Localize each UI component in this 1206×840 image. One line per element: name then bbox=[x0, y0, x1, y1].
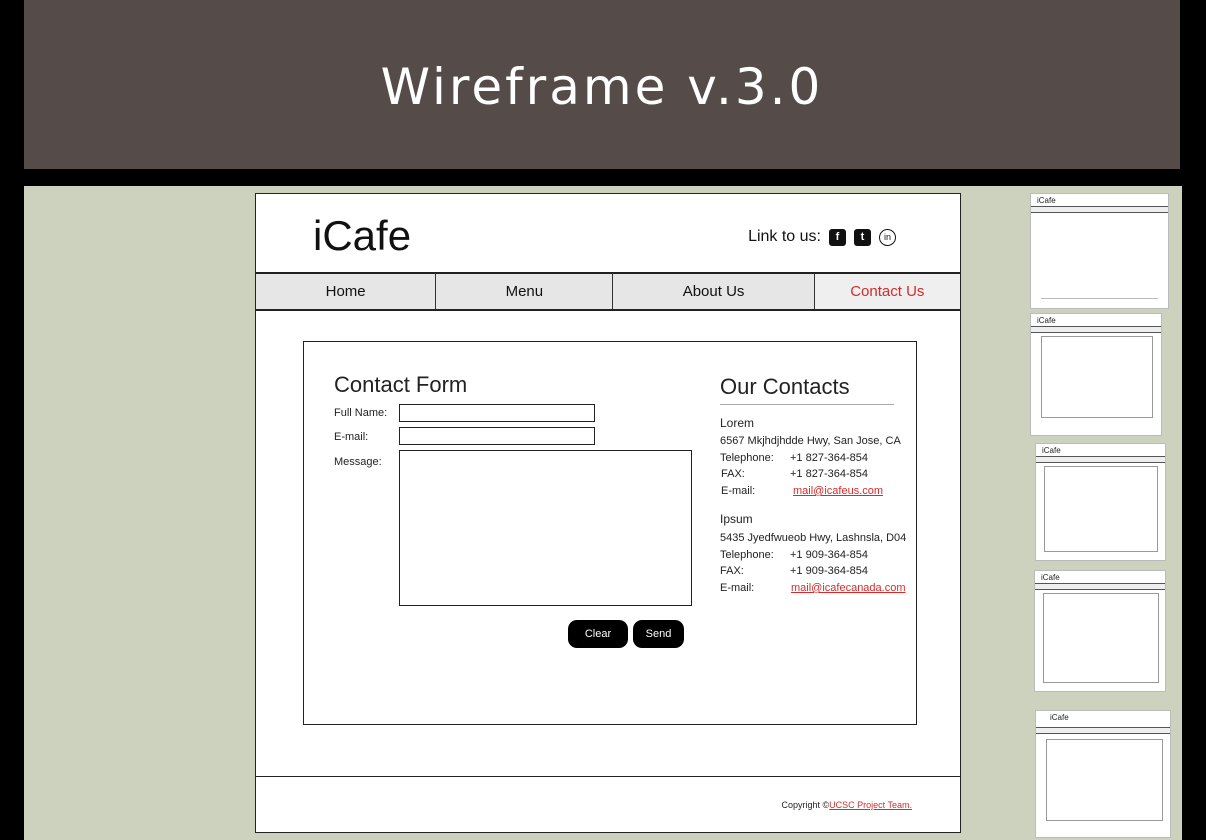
thumbnail-logo: iCafe bbox=[1050, 713, 1069, 722]
thumbnail-contact[interactable]: iCafe bbox=[1035, 710, 1171, 838]
nav-menu[interactable]: Menu bbox=[436, 274, 614, 309]
thumbnail-logo: iCafe bbox=[1037, 316, 1056, 325]
twitter-icon[interactable]: t bbox=[854, 228, 871, 246]
office-address: 6567 Mkjhdjhdde Hwy, San Jose, CA bbox=[720, 435, 901, 447]
social-links: Link to us: f t in bbox=[748, 228, 896, 246]
clear-button[interactable]: Clear bbox=[568, 620, 628, 648]
fax-label: FAX: bbox=[721, 468, 745, 480]
full-name-label: Full Name: bbox=[334, 407, 388, 419]
contact-form-title: Contact Form bbox=[334, 372, 468, 397]
telephone-label: Telephone: bbox=[720, 452, 774, 464]
full-name-input[interactable] bbox=[399, 404, 595, 422]
thumbnail-content-box bbox=[1041, 336, 1153, 418]
thumbnail-footer-line bbox=[1041, 298, 1158, 299]
linkedin-icon[interactable]: in bbox=[879, 228, 896, 246]
facebook-icon[interactable]: f bbox=[829, 228, 846, 246]
slide-title-banner: Wireframe v.3.0 bbox=[24, 0, 1180, 169]
nav-contact-us[interactable]: Contact Us bbox=[814, 274, 960, 309]
email-link[interactable]: mail@icafeus.com bbox=[793, 485, 883, 497]
nav-about-us[interactable]: About Us bbox=[613, 274, 815, 309]
email-contact-label: E-mail: bbox=[721, 485, 756, 497]
fax-label: FAX: bbox=[720, 565, 744, 577]
thumbnail-content-box bbox=[1043, 593, 1159, 683]
office-name: Lorem bbox=[720, 416, 755, 430]
thumbnail-nav bbox=[1031, 326, 1161, 333]
site-footer: Copyright ©UCSC Project Team. bbox=[256, 776, 960, 833]
message-label: Message: bbox=[334, 456, 382, 468]
thumbnail-content-box bbox=[1044, 466, 1158, 552]
message-textarea[interactable] bbox=[399, 450, 692, 606]
thumbnail-logo: iCafe bbox=[1037, 196, 1056, 205]
copyright-link[interactable]: UCSC Project Team. bbox=[829, 800, 912, 810]
telephone-label: Telephone: bbox=[720, 549, 774, 561]
copyright-text: Copyright © bbox=[781, 800, 830, 810]
thumbnail-nav bbox=[1036, 456, 1165, 463]
main-nav: Home Menu About Us Contact Us bbox=[256, 272, 960, 311]
email-contact-label: E-mail: bbox=[720, 582, 755, 594]
thumbnail-content-box bbox=[1046, 739, 1163, 821]
fax-value: +1 909-364-854 bbox=[790, 565, 868, 577]
site-logo[interactable]: iCafe bbox=[313, 212, 411, 260]
thumbnail-news[interactable]: iCafe bbox=[1034, 570, 1166, 692]
slide-title: Wireframe v.3.0 bbox=[380, 58, 824, 116]
contacts-divider bbox=[720, 404, 894, 405]
send-button[interactable]: Send bbox=[633, 620, 684, 648]
email-link[interactable]: mail@icafecanada.com bbox=[791, 582, 906, 594]
copyright: Copyright ©UCSC Project Team. bbox=[781, 800, 912, 810]
thumbnail-logo: iCafe bbox=[1041, 573, 1060, 582]
thumbnail-about[interactable]: iCafe bbox=[1030, 313, 1162, 436]
office-name: Ipsum bbox=[720, 512, 753, 526]
telephone-value: +1 827-364-854 bbox=[790, 452, 868, 464]
fax-value: +1 827-364-854 bbox=[790, 468, 868, 480]
contact-page-wireframe: iCafe Link to us: f t in Home Menu About… bbox=[255, 193, 961, 833]
thumbnail-logo: iCafe bbox=[1042, 446, 1061, 455]
email-input[interactable] bbox=[399, 427, 595, 445]
contact-content: Contact Form Full Name: E-mail: Message:… bbox=[303, 341, 917, 725]
thumbnail-home[interactable]: iCafe bbox=[1030, 193, 1169, 309]
office-address: 5435 Jyedfwueob Hwy, Lashnsla, D04 bbox=[720, 532, 907, 544]
link-to-us-label: Link to us: bbox=[748, 228, 821, 245]
thumbnail-nav bbox=[1035, 583, 1165, 590]
our-contacts-title: Our Contacts bbox=[720, 374, 850, 399]
thumbnail-nav bbox=[1031, 206, 1168, 213]
thumbnail-nav bbox=[1036, 727, 1170, 734]
telephone-value: +1 909-364-854 bbox=[790, 549, 868, 561]
email-label: E-mail: bbox=[334, 431, 369, 443]
thumbnail-menu[interactable]: iCafe bbox=[1035, 443, 1166, 561]
nav-home[interactable]: Home bbox=[256, 274, 437, 309]
